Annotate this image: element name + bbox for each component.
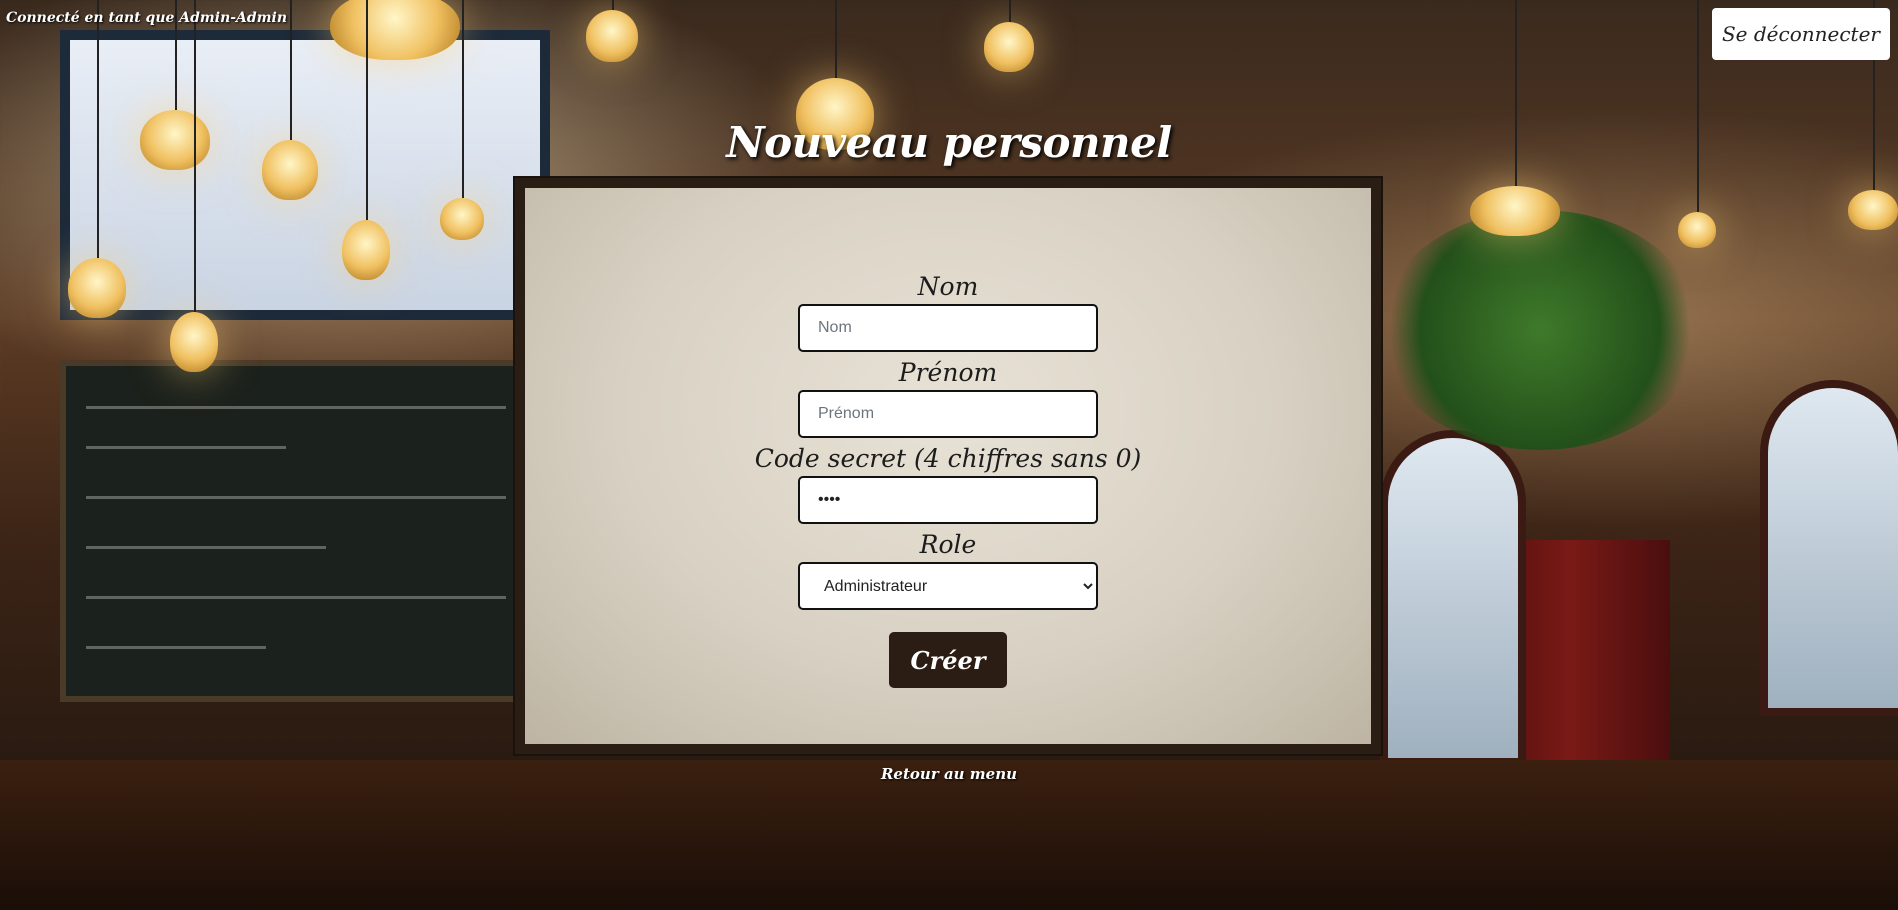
pendant-lamp-icon bbox=[1678, 0, 1716, 248]
nom-label: Nom bbox=[917, 272, 979, 301]
page-title: Nouveau personnel bbox=[726, 118, 1172, 167]
pendant-lamp-icon bbox=[984, 0, 1034, 72]
background-arch-window bbox=[1760, 380, 1898, 716]
pendant-lamp-icon bbox=[440, 0, 484, 240]
create-button[interactable]: Créer bbox=[889, 632, 1007, 688]
back-to-menu-link[interactable]: Retour au menu bbox=[0, 765, 1898, 783]
pendant-lamp-icon bbox=[1848, 0, 1898, 230]
background-arch-window bbox=[1380, 430, 1526, 766]
logged-in-user-text: Connecté en tant que Admin-Admin bbox=[6, 10, 288, 26]
prenom-label: Prénom bbox=[898, 358, 998, 387]
background-pillar bbox=[1470, 540, 1670, 910]
pendant-lamp-icon bbox=[170, 0, 218, 372]
pendant-lamp-icon bbox=[1470, 0, 1560, 236]
pendant-lamp-icon bbox=[68, 0, 126, 318]
new-staff-form: Nom Prénom Code secret (4 chiffres sans … bbox=[525, 270, 1371, 688]
pendant-lamp-icon bbox=[586, 0, 638, 62]
logout-button[interactable]: Se déconnecter bbox=[1712, 8, 1890, 60]
form-panel: Nom Prénom Code secret (4 chiffres sans … bbox=[515, 178, 1381, 754]
role-label: Role bbox=[919, 530, 977, 559]
pendant-lamp-icon bbox=[342, 0, 390, 280]
secret-code-label: Code secret (4 chiffres sans 0) bbox=[754, 444, 1142, 473]
background-plant bbox=[1380, 210, 1700, 450]
role-select[interactable]: Administrateur bbox=[798, 562, 1098, 610]
background-chalkboard bbox=[60, 360, 532, 702]
prenom-input[interactable] bbox=[798, 390, 1098, 438]
nom-input[interactable] bbox=[798, 304, 1098, 352]
secret-code-input[interactable] bbox=[798, 476, 1098, 524]
background-window bbox=[60, 30, 550, 320]
pendant-lamp-icon bbox=[330, 0, 460, 60]
